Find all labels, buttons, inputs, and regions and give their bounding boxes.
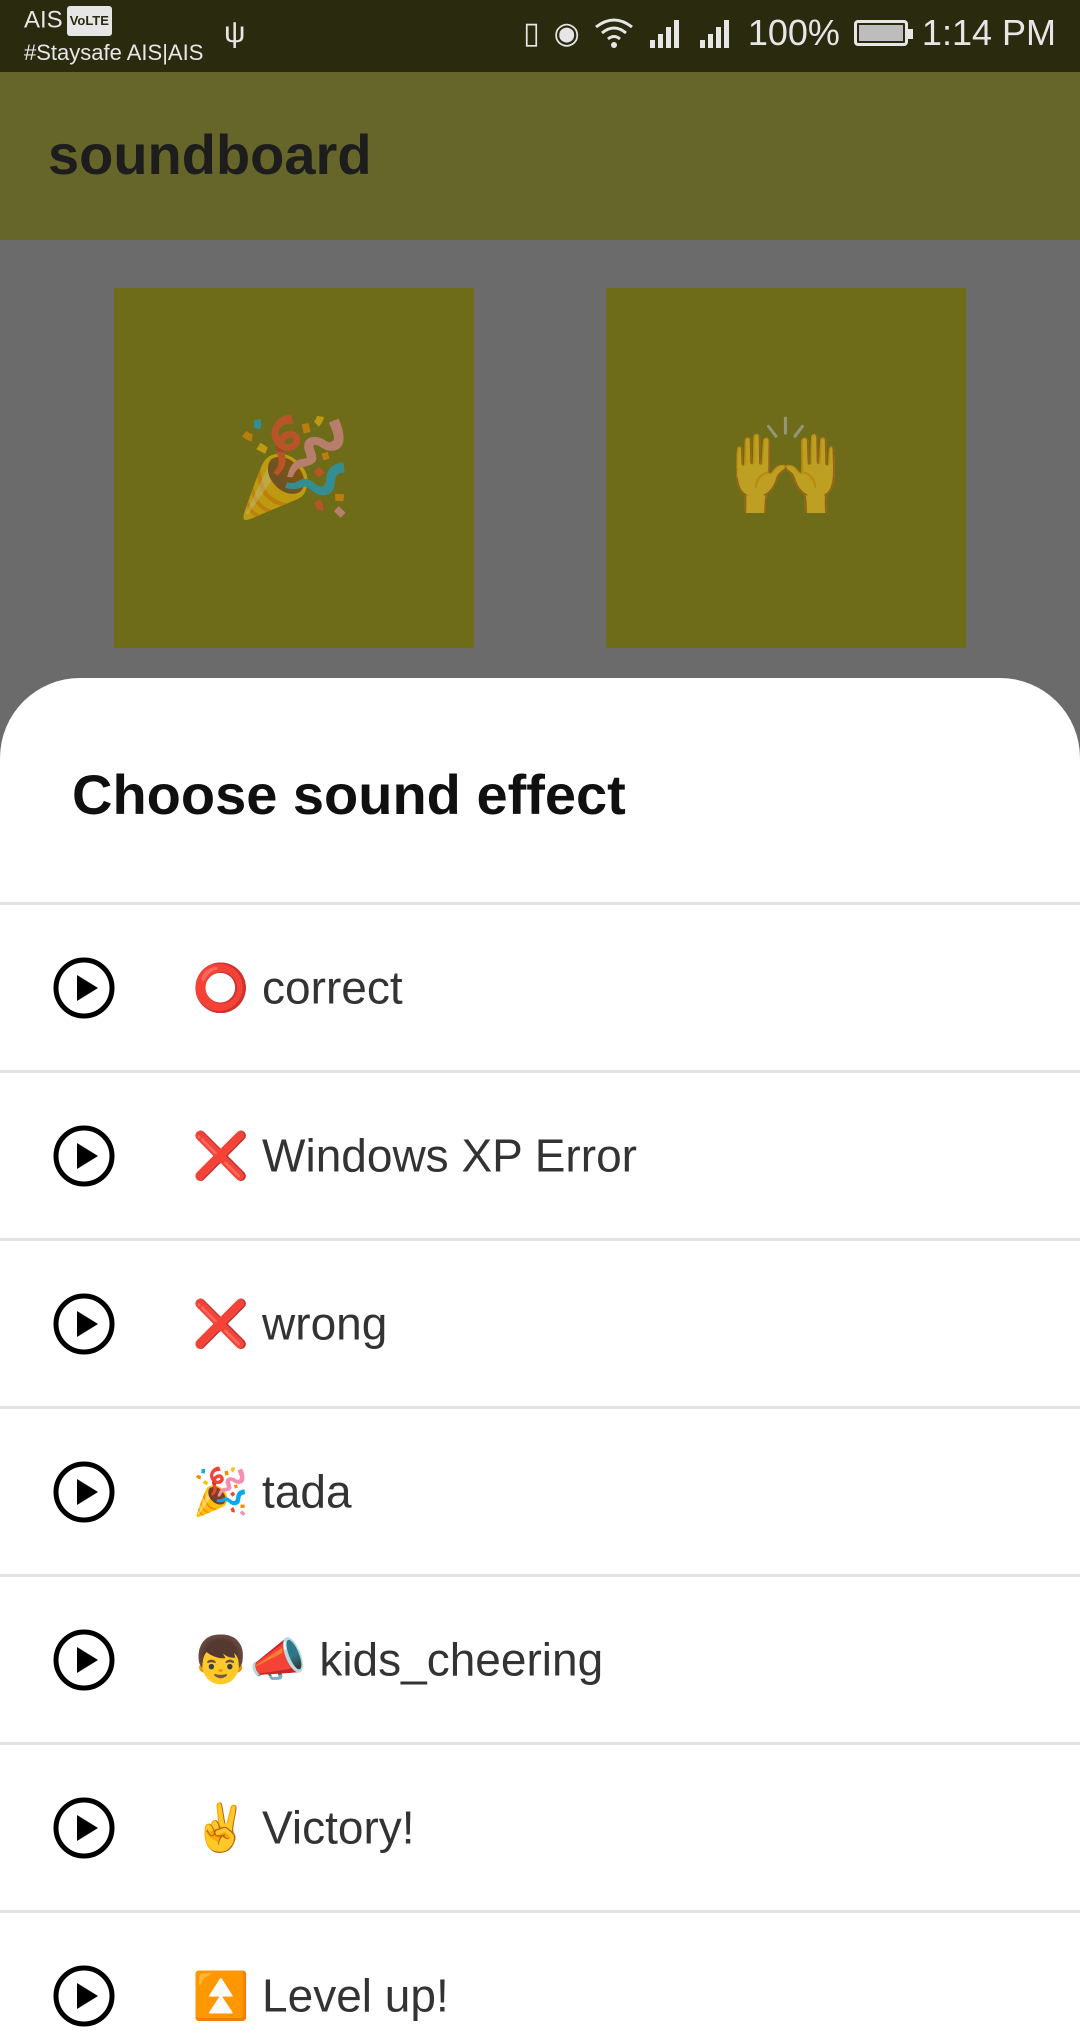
- list-item-label: ❌ Windows XP Error: [192, 1129, 637, 1181]
- volte-badge: VoLTE: [66, 6, 112, 36]
- signal-icon: [649, 20, 679, 48]
- raising-hands-icon: 🙌: [726, 414, 846, 521]
- play-icon[interactable]: [52, 1628, 116, 1692]
- battery-fill: [858, 25, 903, 41]
- play-icon[interactable]: [52, 1124, 116, 1188]
- carrier-name: AIS: [24, 6, 63, 34]
- soundboard-tile-party[interactable]: 🎉: [114, 288, 474, 648]
- sound-effect-list: ⭕ correct ❌ Windows XP Error ❌ wrong 🎉 t…: [0, 902, 1080, 2041]
- sheet-title: Choose sound effect: [72, 763, 626, 826]
- app-title: soundboard: [48, 123, 372, 186]
- list-item-label: ❌ wrong: [192, 1297, 388, 1349]
- battery-percent: 100%: [747, 12, 840, 53]
- carrier-subtitle: #Staysafe AIS|AIS: [24, 40, 204, 65]
- play-icon[interactable]: [52, 1796, 116, 1860]
- sound-effect-sheet: Choose sound effect ⭕ correct ❌ Windows …: [0, 678, 1080, 2041]
- list-item[interactable]: 🎉 tada: [0, 1406, 1080, 1574]
- status-bar: AIS VoLTE #Staysafe AIS|AIS ψ ▯ ◉ 100% 1:…: [0, 0, 1080, 72]
- eye-icon: ◉: [553, 16, 580, 50]
- list-item[interactable]: ❌ Windows XP Error: [0, 1070, 1080, 1238]
- signal-icon: [699, 20, 729, 48]
- list-item-label: ⭕ correct: [192, 961, 403, 1013]
- list-item[interactable]: ⏫ Level up!: [0, 1910, 1080, 2041]
- soundboard-tile-hands[interactable]: 🙌: [606, 288, 966, 648]
- carrier-label: AIS VoLTE: [24, 6, 112, 36]
- play-icon[interactable]: [52, 1964, 116, 2028]
- vibrate-icon: ▯: [523, 16, 540, 50]
- battery-charging-icon: [853, 20, 913, 46]
- list-item-label: ⏫ Level up!: [192, 1969, 449, 2021]
- list-item[interactable]: ❌ wrong: [0, 1238, 1080, 1406]
- list-item[interactable]: ⭕ correct: [0, 902, 1080, 1070]
- usb-icon: ψ: [224, 16, 246, 49]
- list-item-label: 👦📣 kids_cheering: [192, 1633, 604, 1685]
- list-item[interactable]: ✌️ Victory!: [0, 1742, 1080, 1910]
- wifi-icon: [594, 18, 633, 48]
- status-icons: ▯ ◉ 100% 1:14 PM: [523, 12, 1056, 54]
- play-icon[interactable]: [52, 1292, 116, 1356]
- play-icon[interactable]: [52, 956, 116, 1020]
- list-item[interactable]: 👦📣 kids_cheering: [0, 1574, 1080, 1742]
- play-icon[interactable]: [52, 1460, 116, 1524]
- clock: 1:14 PM: [921, 12, 1056, 53]
- party-popper-icon: 🎉: [234, 414, 354, 521]
- list-item-label: 🎉 tada: [192, 1465, 352, 1517]
- list-item-label: ✌️ Victory!: [192, 1801, 415, 1853]
